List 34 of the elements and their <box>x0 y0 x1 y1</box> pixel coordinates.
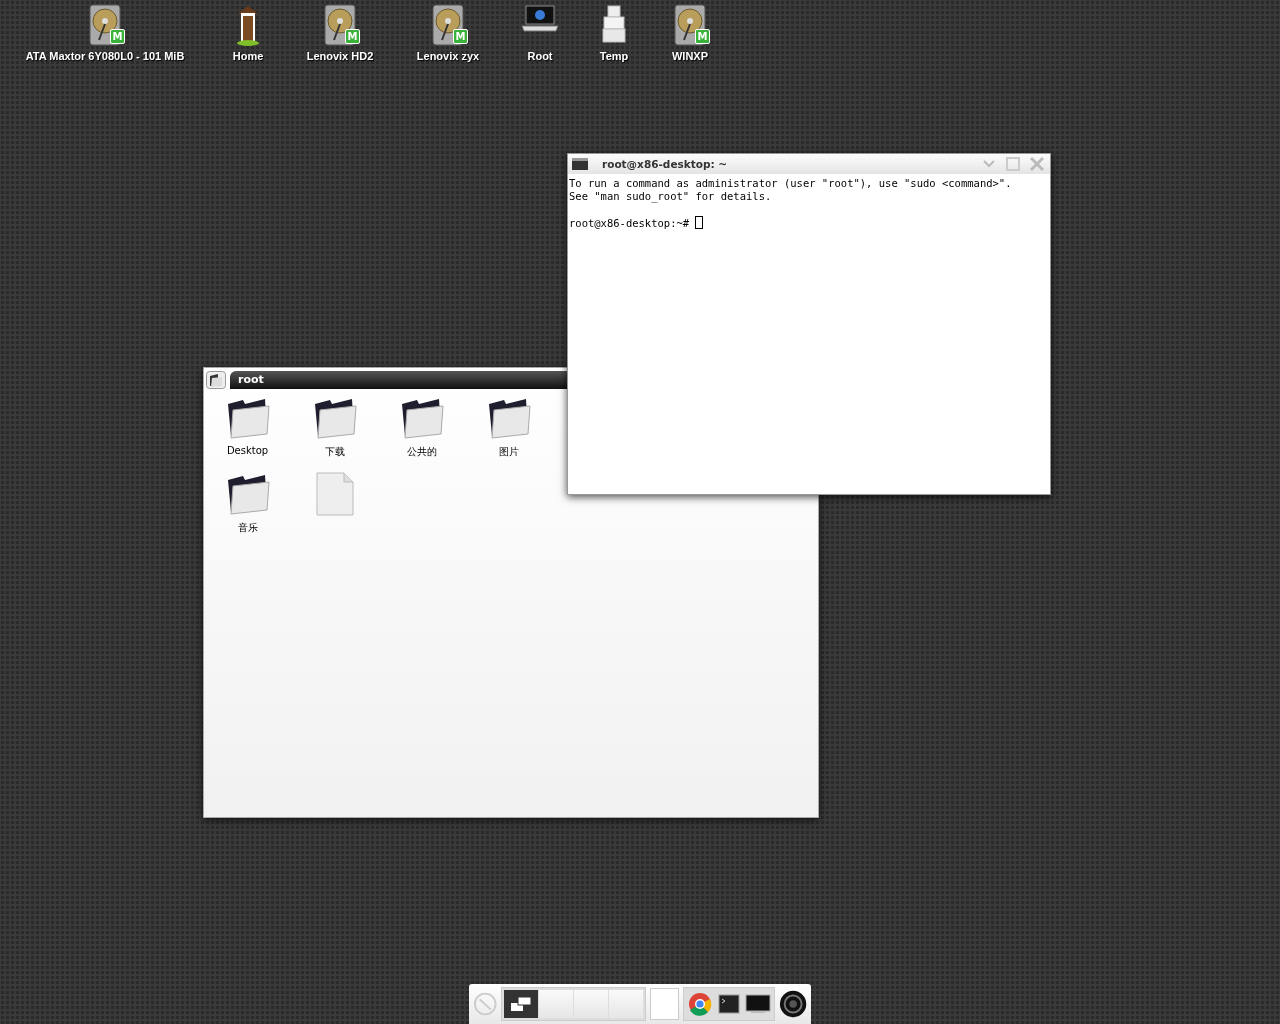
window-title: root@x86-desktop: ~ <box>601 158 729 170</box>
desktop-icon-label[interactable]: Home <box>232 50 264 62</box>
boxes-icon <box>600 4 628 44</box>
folder-icon <box>206 371 226 389</box>
terminal-icon <box>572 158 588 170</box>
desktop-icon-label[interactable]: Temp <box>599 50 629 62</box>
desktop-icon-label[interactable]: Lenovix zyx <box>416 50 480 62</box>
empty-slot <box>650 988 679 1020</box>
terminal-output-line: See "man sudo_root" for details. <box>569 190 772 202</box>
door-icon <box>234 4 262 46</box>
speaker-icon[interactable] <box>778 989 807 1019</box>
mounted-badge: M <box>695 29 710 44</box>
shell-prompt: root@x86-desktop:~# <box>569 217 691 229</box>
text-cursor <box>695 216 704 229</box>
laptop-icon <box>520 4 560 34</box>
mounted-badge: M <box>453 29 468 44</box>
hard-drive-icon <box>432 4 464 46</box>
hard-drive-icon <box>89 4 121 46</box>
hard-drive-icon <box>324 4 356 46</box>
desktop-icon-label[interactable]: ATA Maxtor 6Y080L0 - 101 MiB <box>25 50 185 62</box>
windows-icon[interactable] <box>510 996 533 1012</box>
file-label[interactable]: 图片 <box>498 445 519 459</box>
file-label[interactable]: 公共的 <box>406 445 437 459</box>
mounted-badge: M <box>110 29 125 44</box>
terminal-output-line: To run a command as administrator (user "root"), use "sudo <command>". <box>569 177 1012 189</box>
file-label[interactable]: 音乐 <box>237 521 258 535</box>
workspace-button[interactable] <box>504 990 539 1018</box>
desktop-icon-label[interactable]: Root <box>527 50 553 62</box>
desktop-icon-label[interactable]: WINXP <box>671 50 709 62</box>
desktop-icon-label[interactable]: Lenovix HD2 <box>306 50 374 62</box>
file-label[interactable]: 下载 <box>324 445 345 459</box>
file-label[interactable]: Desktop <box>226 445 269 456</box>
mounted-badge: M <box>345 29 360 44</box>
hard-drive-icon <box>674 4 706 46</box>
